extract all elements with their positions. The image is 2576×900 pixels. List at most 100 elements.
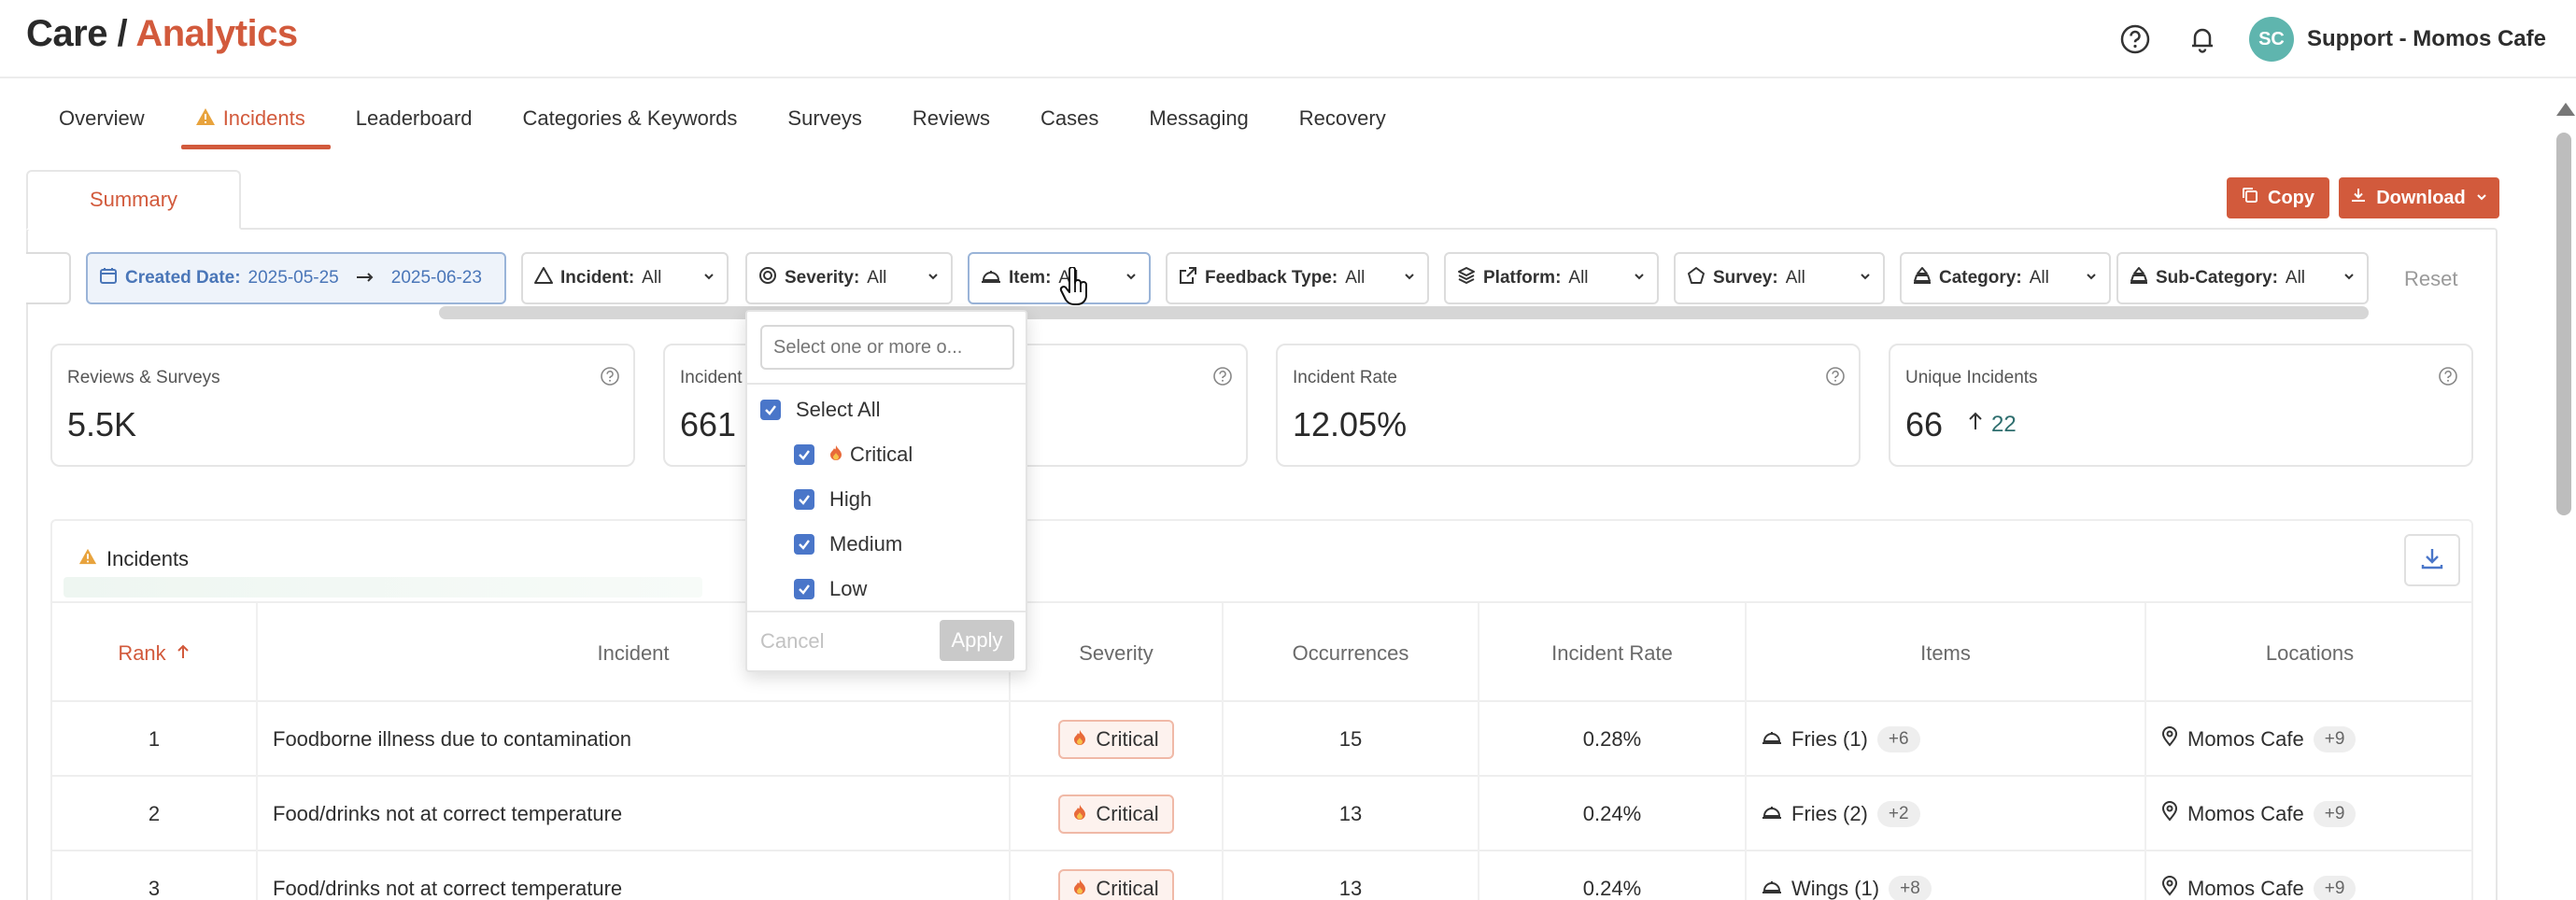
metric-value: 12.05% [1293, 405, 1408, 443]
cell-incident: Foodborne illness due to contamination [258, 702, 1011, 777]
tab-incidents[interactable]: Incidents [170, 93, 331, 149]
help-icon[interactable] [1825, 366, 1846, 391]
column-header-locations[interactable]: Locations [2146, 603, 2473, 704]
tab-label: Overview [59, 106, 145, 130]
column-header-label: Items [1920, 641, 1971, 665]
option-medium[interactable]: Medium [794, 532, 902, 556]
export-button[interactable] [2404, 534, 2460, 586]
created-date-filter[interactable]: Created Date: 2025-05-25 2025-06-23 [86, 252, 506, 304]
column-header-incident-rate[interactable]: Incident Rate [1479, 603, 1747, 704]
cell-occurrences: 15 [1224, 702, 1479, 777]
column-header-label: Severity [1079, 641, 1154, 665]
option-critical[interactable]: Critical [794, 443, 913, 467]
cancel-button[interactable]: Cancel [760, 629, 824, 654]
avatar[interactable]: SC [2249, 17, 2294, 62]
item-name: Wings (1) [1791, 877, 1880, 900]
scroll-up-icon[interactable] [2556, 103, 2575, 116]
severity-filter-label: Severity: [785, 268, 860, 288]
help-icon[interactable] [2115, 19, 2156, 60]
tab-cases[interactable]: Cases [1015, 93, 1124, 149]
layers-icon [1457, 266, 1476, 290]
feedback-type-filter[interactable]: Feedback Type: All [1166, 252, 1429, 304]
checkbox-checked-icon[interactable] [794, 489, 814, 510]
cell-severity: Critical [1011, 777, 1224, 851]
copy-label: Copy [2268, 187, 2314, 208]
checkbox-checked-icon[interactable] [760, 400, 781, 420]
tab-summary[interactable]: Summary [26, 170, 241, 230]
more-items-badge[interactable]: +8 [1889, 876, 1932, 900]
copy-button[interactable]: Copy [2227, 177, 2329, 218]
tab-surveys[interactable]: Surveys [762, 93, 886, 149]
vertical-scrollbar[interactable] [2554, 101, 2575, 900]
item-filter-label: Item: [1009, 268, 1052, 288]
reset-button[interactable]: Reset [2404, 267, 2457, 291]
category-filter-label: Category: [1939, 268, 2022, 288]
cell-locations: Momos Cafe +9 [2146, 702, 2473, 777]
sub-category-filter-label: Sub-Category: [2156, 268, 2278, 288]
warning-outline-icon [534, 266, 553, 290]
tab-recovery[interactable]: Recovery [1274, 93, 1411, 149]
more-items-badge[interactable]: +2 [1876, 801, 1920, 827]
cell-items: Wings (1) +8 [1747, 851, 2146, 900]
download-button[interactable]: Download [2339, 177, 2499, 218]
survey-filter[interactable]: Survey: All [1674, 252, 1885, 304]
checkbox-checked-icon[interactable] [794, 534, 814, 555]
help-icon[interactable] [600, 366, 620, 391]
user-name[interactable]: Support - Momos Cafe [2307, 26, 2546, 52]
option-label: Critical [829, 443, 913, 467]
cloche-icon [1762, 802, 1782, 826]
severity-search-input[interactable] [760, 325, 1014, 370]
checkbox-checked-icon[interactable] [794, 579, 814, 599]
dropdown-divider [747, 383, 1026, 385]
column-header-rank[interactable]: Rank [52, 603, 258, 704]
cell-severity: Critical [1011, 851, 1224, 900]
cell-items: Fries (2) +2 [1747, 777, 2146, 851]
more-items-badge[interactable]: +6 [1876, 726, 1920, 752]
feedback-type-filter-value: All [1345, 268, 1366, 288]
more-locations-badge[interactable]: +9 [2313, 726, 2357, 752]
tab-label: Incidents [222, 106, 305, 130]
checkbox-checked-icon[interactable] [794, 444, 814, 465]
tab-label: Messaging [1149, 106, 1249, 130]
filter-scrollbar[interactable] [439, 306, 2369, 319]
table-row[interactable]: 2 Food/drinks not at correct temperature… [52, 777, 2473, 851]
tab-label: Categories & Keywords [522, 106, 738, 130]
bell-icon[interactable] [2182, 19, 2223, 60]
help-icon[interactable] [2438, 366, 2458, 391]
cell-rank: 1 [52, 702, 258, 777]
tab-leaderboard[interactable]: Leaderboard [331, 93, 498, 149]
option-low[interactable]: Low [794, 577, 867, 601]
more-locations-badge[interactable]: +9 [2313, 801, 2357, 827]
filter-overflow-left[interactable] [26, 252, 71, 304]
tab-reviews[interactable]: Reviews [887, 93, 1015, 149]
apply-button[interactable]: Apply [940, 620, 1014, 661]
severity-filter[interactable]: Severity: All [745, 252, 953, 304]
severity-badge: Critical [1058, 795, 1174, 834]
select-all-option[interactable]: Select All [760, 398, 881, 422]
download-label: Download [2376, 187, 2466, 208]
scrollbar-thumb[interactable] [2556, 133, 2571, 515]
tab-overview[interactable]: Overview [34, 93, 170, 149]
cell-rank: 3 [52, 851, 258, 900]
column-header-items[interactable]: Items [1747, 603, 2146, 704]
cell-occurrences: 13 [1224, 777, 1479, 851]
help-icon[interactable] [1212, 366, 1233, 391]
table-row[interactable]: 3 Food/drinks not at correct temperature… [52, 851, 2473, 900]
category-filter[interactable]: Category: All [1900, 252, 2111, 304]
column-header-occurrences[interactable]: Occurrences [1224, 603, 1479, 704]
platform-filter[interactable]: Platform: All [1444, 252, 1659, 304]
hand-cursor-icon [1059, 266, 1091, 311]
metric-label: Unique Incidents [1905, 368, 2038, 387]
tab-categories-keywords[interactable]: Categories & Keywords [498, 93, 763, 149]
incident-filter[interactable]: Incident: All [521, 252, 729, 304]
tab-messaging[interactable]: Messaging [1124, 93, 1273, 149]
column-header-severity[interactable]: Severity [1011, 603, 1224, 704]
table-row[interactable]: 1 Foodborne illness due to contamination… [52, 702, 2473, 777]
option-high[interactable]: High [794, 487, 871, 512]
created-date-label: Created Date: [125, 268, 241, 288]
more-locations-badge[interactable]: +9 [2313, 876, 2357, 900]
title-prefix: Care / [26, 13, 128, 54]
severity-dropdown: Select All Critical High Medium Low Canc… [745, 310, 1027, 672]
chevron-down-icon [1633, 268, 1646, 288]
sub-category-filter[interactable]: Sub-Category: All [2116, 252, 2369, 304]
